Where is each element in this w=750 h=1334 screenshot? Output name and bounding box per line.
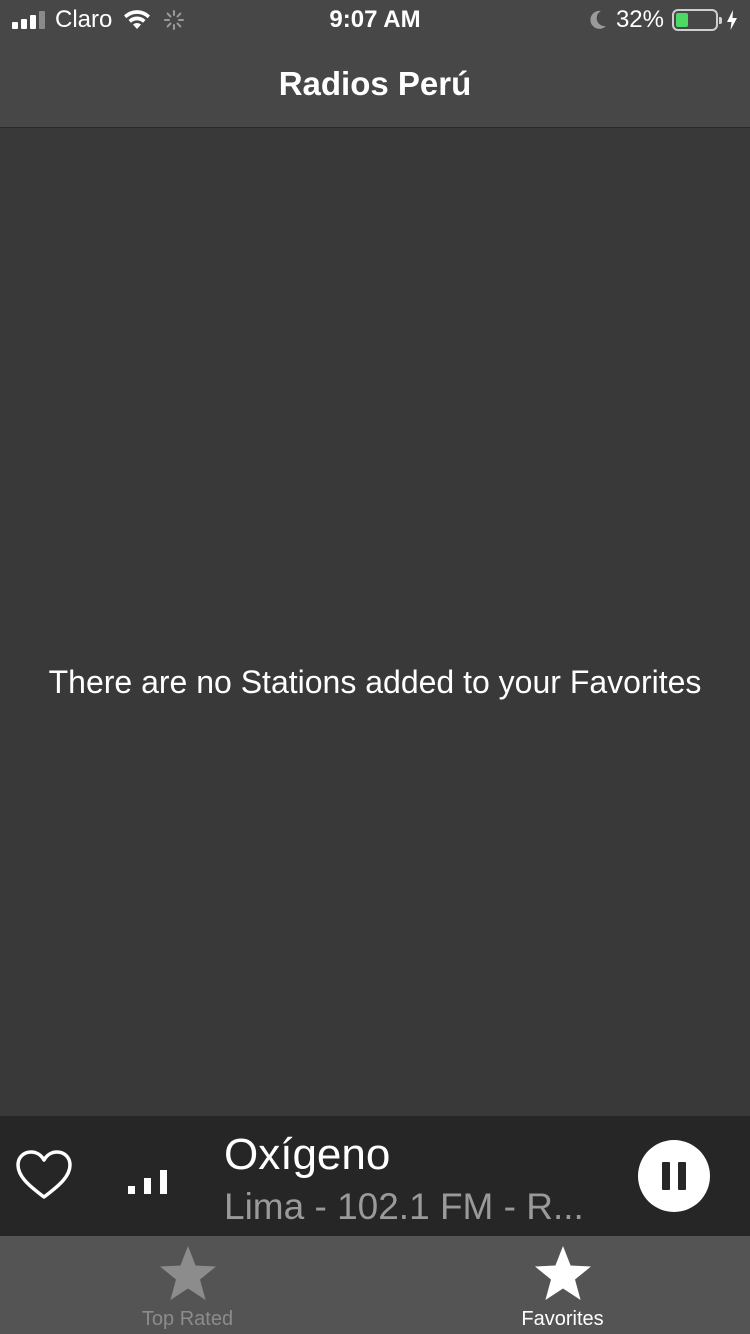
pause-icon-bar-left (662, 1162, 670, 1190)
signal-bars-icon (128, 1170, 167, 1194)
pause-button[interactable] (638, 1140, 710, 1212)
star-icon (159, 1246, 216, 1300)
pause-icon-bar-right (678, 1162, 686, 1190)
do-not-disturb-moon-icon (590, 10, 606, 29)
status-bar: Claro 9:07 AM 32% (0, 0, 750, 40)
star-icon (534, 1246, 591, 1300)
battery-fill (676, 13, 688, 27)
heart-outline-icon[interactable] (14, 1146, 74, 1206)
battery-tip (719, 17, 722, 24)
empty-state-message: There are no Stations added to your Favo… (48, 664, 702, 700)
status-right: 32% (588, 6, 738, 34)
battery-percent: 32% (615, 6, 664, 33)
station-name: Oxígeno (224, 1130, 391, 1179)
tab-bar: Top Rated Favorites (0, 1236, 750, 1334)
app-screen: Claro 9:07 AM 32% Radios Perú There are … (0, 0, 750, 1334)
tab-label: Favorites (521, 1308, 604, 1330)
charging-bolt-icon (727, 10, 737, 30)
page-title: Radios Perú (278, 64, 472, 102)
favorites-list-area: There are no Stations added to your Favo… (0, 129, 750, 1116)
navigation-bar: Radios Perú (0, 40, 750, 128)
tab-label: Top Rated (141, 1308, 234, 1330)
now-playing-bar[interactable]: Oxígeno Lima - 102.1 FM - R... (0, 1116, 750, 1236)
battery-icon (672, 9, 722, 31)
tab-top-rated[interactable]: Top Rated (0, 1236, 375, 1334)
tab-favorites[interactable]: Favorites (375, 1236, 750, 1334)
station-subtitle: Lima - 102.1 FM - R... (224, 1186, 584, 1227)
